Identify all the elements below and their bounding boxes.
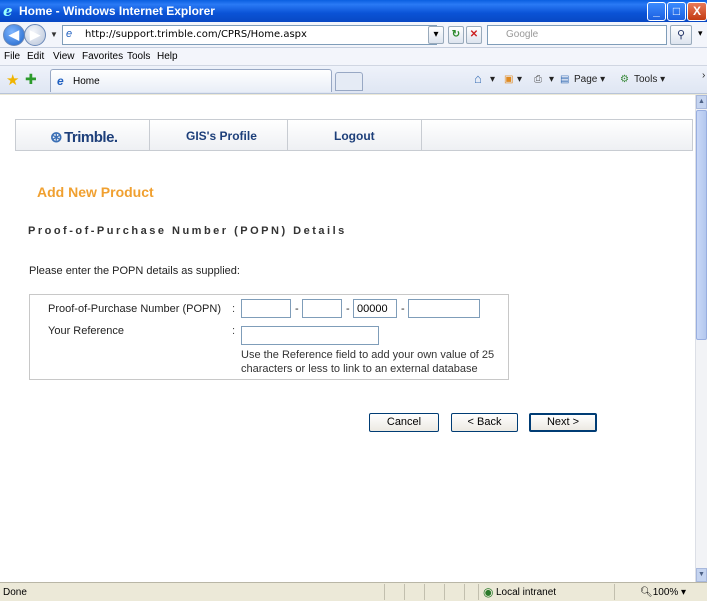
chevron-right-icon[interactable]: › <box>702 70 705 81</box>
intro-text: Please enter the POPN details as supplie… <box>29 265 240 277</box>
page-title: Add New Product <box>37 184 154 200</box>
gear-icon: ⚙ <box>620 74 629 85</box>
label-colon: : <box>232 325 236 337</box>
back-nav-button[interactable]: ◀ <box>3 24 25 46</box>
intranet-zone-icon: ◉ <box>483 585 494 599</box>
window-title: Home - Windows Internet Explorer <box>19 4 215 18</box>
add-favorite-icon[interactable]: ✚ <box>25 71 37 88</box>
popn-form: Proof-of-Purchase Number (POPN) : - - - … <box>29 294 509 380</box>
nav-link-profile[interactable]: GIS's Profile <box>186 129 257 143</box>
label-colon: : <box>232 303 236 315</box>
tab-label: Home <box>73 76 100 87</box>
forward-nav-button[interactable]: ▶ <box>24 24 46 46</box>
address-toolbar: ◀ ▶ ▼ e http://support.trimble.com/CPRS/… <box>0 22 707 48</box>
vertical-scrollbar[interactable]: ▲ ▼ <box>695 95 707 582</box>
status-divider <box>424 584 425 600</box>
trimble-logo-icon: ⊛ <box>50 129 63 146</box>
field-separator: - <box>401 303 405 315</box>
chevron-down-icon[interactable]: ▾ <box>698 28 703 39</box>
status-divider <box>444 584 445 600</box>
menu-bar: File Edit View Favorites Tools Help <box>0 48 707 66</box>
popn-field-1[interactable] <box>241 299 291 318</box>
tools-menu[interactable]: Tools ▾ <box>634 74 665 85</box>
field-separator: - <box>346 303 350 315</box>
print-icon[interactable]: ⎙ <box>534 74 542 85</box>
popn-field-2[interactable] <box>302 299 342 318</box>
page-menu-icon: ▤ <box>560 74 570 85</box>
page-menu[interactable]: Page ▾ <box>574 74 605 85</box>
logo-text: Trimble. <box>64 129 118 146</box>
nav-divider <box>287 120 288 150</box>
scroll-down-icon[interactable]: ▼ <box>696 568 707 582</box>
recent-pages-dropdown-icon[interactable]: ▼ <box>50 30 58 39</box>
trimble-logo[interactable]: ⊛ Trimble. <box>50 128 118 146</box>
tab-bar: ★ ✚ e Home ⌂ ▾ ▣ ▾ ⎙ ▾ ▤ Page ▾ ⚙ Tools … <box>0 66 707 94</box>
feeds-icon[interactable]: ▣ <box>504 74 513 85</box>
zoom-value: 100% <box>652 587 679 598</box>
scroll-up-icon[interactable]: ▲ <box>696 95 707 109</box>
refresh-icon[interactable]: ↻ <box>448 26 464 44</box>
close-button[interactable]: X <box>687 2 707 21</box>
stop-icon[interactable]: ✕ <box>466 26 482 44</box>
back-button[interactable]: < Back <box>451 413 518 432</box>
status-divider <box>384 584 385 600</box>
search-placeholder: Google <box>506 29 539 40</box>
ie-logo-icon: e <box>3 2 13 20</box>
status-divider <box>614 584 615 600</box>
address-url: http://support.trimble.com/CPRS/Home.asp… <box>85 29 307 40</box>
scroll-thumb[interactable] <box>696 110 707 340</box>
nav-divider <box>421 120 422 150</box>
address-dropdown-icon[interactable]: ▾ <box>428 26 444 44</box>
maximize-button[interactable]: □ <box>667 2 686 21</box>
menu-view[interactable]: View <box>53 51 75 62</box>
chevron-down-icon[interactable]: ▾ <box>490 74 495 85</box>
reference-field[interactable] <box>241 326 379 345</box>
status-divider <box>478 584 479 600</box>
chevron-down-icon[interactable]: ▾ <box>549 74 554 85</box>
tab-home[interactable]: e Home <box>50 69 332 92</box>
section-title: Proof-of-Purchase Number (POPN) Details <box>28 225 347 237</box>
status-text: Done <box>3 587 27 598</box>
site-nav: ⊛ Trimble. GIS's Profile Logout <box>15 119 693 151</box>
nav-link-logout[interactable]: Logout <box>334 129 375 143</box>
menu-edit[interactable]: Edit <box>27 51 44 62</box>
reference-label: Your Reference <box>48 325 125 337</box>
address-input[interactable]: e http://support.trimble.com/CPRS/Home.a… <box>62 25 437 45</box>
page-icon: e <box>66 28 73 40</box>
security-zone[interactable]: Local intranet <box>496 587 556 598</box>
status-bar: Done ◉ Local intranet 🔍︎100% ▾ <box>0 582 707 601</box>
favorites-star-icon[interactable]: ★ <box>6 71 19 89</box>
reference-hint: Use the Reference field to add your own … <box>241 349 495 375</box>
minimize-button[interactable]: _ <box>647 2 666 21</box>
zoom-icon: 🔍︎ <box>640 587 653 598</box>
status-divider <box>464 584 465 600</box>
zoom-level[interactable]: 🔍︎100% ▾ <box>640 587 686 598</box>
popn-label: Proof-of-Purchase Number (POPN) <box>48 303 221 315</box>
menu-file[interactable]: File <box>4 51 20 62</box>
search-input[interactable]: Google <box>487 25 667 45</box>
search-icon[interactable]: ⚲ <box>670 25 692 45</box>
page-icon: e <box>57 74 64 88</box>
menu-help[interactable]: Help <box>157 51 178 62</box>
nav-divider <box>149 120 150 150</box>
home-icon[interactable]: ⌂ <box>474 71 482 86</box>
chevron-down-icon[interactable]: ▾ <box>517 74 522 85</box>
cancel-button[interactable]: Cancel <box>369 413 439 432</box>
status-divider <box>404 584 405 600</box>
page-content: ⊛ Trimble. GIS's Profile Logout Add New P… <box>0 95 695 582</box>
field-separator: - <box>295 303 299 315</box>
menu-favorites[interactable]: Favorites <box>82 51 123 62</box>
next-button[interactable]: Next > <box>529 413 597 432</box>
popn-field-3[interactable] <box>353 299 397 318</box>
menu-tools[interactable]: Tools <box>127 51 150 62</box>
popn-field-4[interactable] <box>408 299 480 318</box>
new-tab-button[interactable] <box>335 72 363 91</box>
window-titlebar: e Home - Windows Internet Explorer _ □ X <box>0 0 707 22</box>
